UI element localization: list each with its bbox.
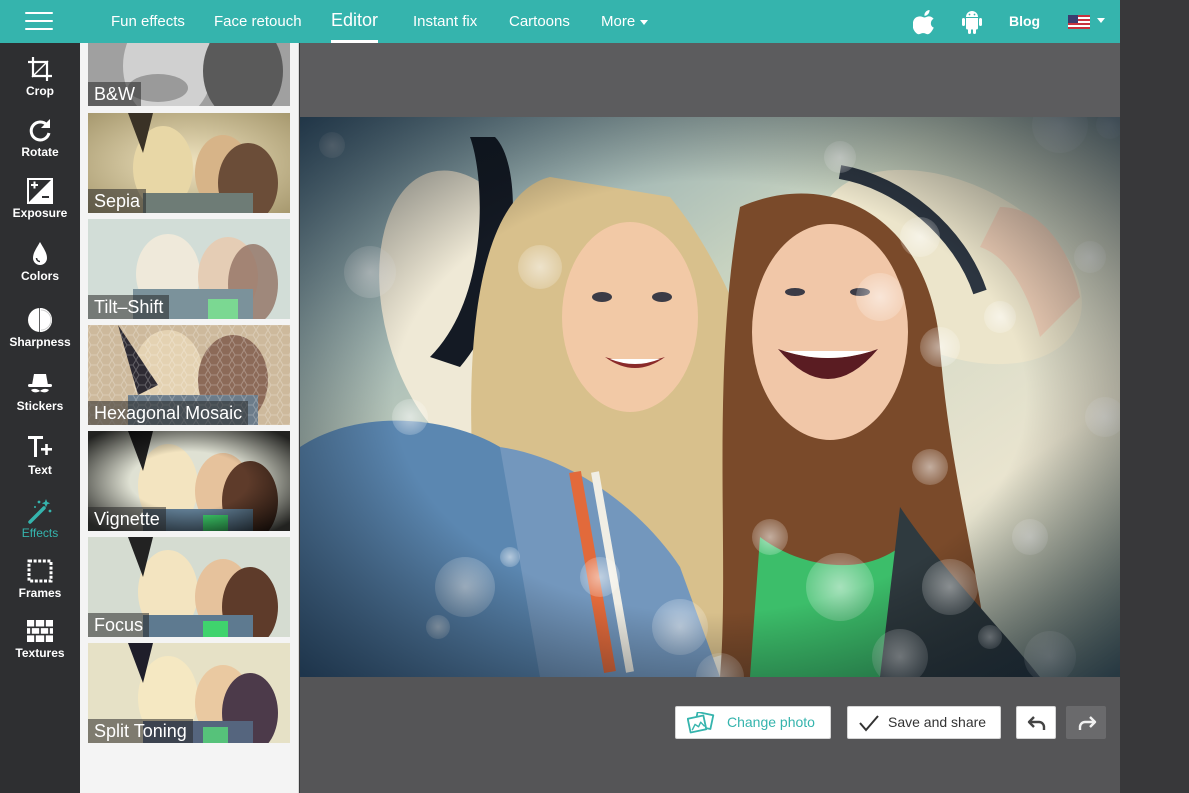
android-icon[interactable] bbox=[960, 9, 984, 35]
effects-icon bbox=[28, 499, 52, 524]
top-navigation-bar: Fun effects Face retouch Editor Instant … bbox=[0, 0, 1120, 43]
blog-link[interactable]: Blog bbox=[1009, 0, 1040, 43]
exposure-icon bbox=[27, 178, 53, 204]
effect-label: Split Toning bbox=[88, 719, 193, 743]
tool-exposure[interactable]: Exposure bbox=[0, 178, 80, 240]
effect-sepia[interactable]: Sepia bbox=[88, 113, 290, 213]
tool-text[interactable]: Text bbox=[0, 435, 80, 497]
tool-rotate[interactable]: Rotate bbox=[0, 117, 80, 179]
change-photo-button[interactable]: Change photo bbox=[675, 706, 831, 739]
nav-face-retouch[interactable]: Face retouch bbox=[214, 0, 302, 43]
colors-icon bbox=[33, 242, 47, 265]
sharpness-icon bbox=[28, 308, 52, 332]
frames-icon bbox=[27, 559, 53, 583]
effect-label: Sepia bbox=[88, 189, 147, 213]
editor-workspace bbox=[300, 43, 1120, 793]
change-photo-icon bbox=[687, 712, 715, 734]
text-icon bbox=[28, 436, 52, 457]
change-photo-label: Change photo bbox=[727, 714, 815, 730]
tool-label: Frames bbox=[18, 586, 62, 600]
nav-cartoons[interactable]: Cartoons bbox=[509, 0, 570, 43]
tool-label: Effects bbox=[21, 526, 59, 540]
tools-toolbar: Crop Rotate Exposure Colors Sharpness St… bbox=[0, 43, 80, 793]
save-and-share-label: Save and share bbox=[888, 714, 987, 730]
nav-more[interactable]: More bbox=[601, 0, 649, 43]
effect-tilt-shift[interactable]: Tilt–Shift bbox=[88, 219, 290, 319]
tool-label: Text bbox=[28, 463, 52, 477]
effect-label: Tilt–Shift bbox=[88, 295, 170, 319]
crop-icon bbox=[28, 57, 52, 81]
tool-crop[interactable]: Crop bbox=[0, 56, 80, 118]
textures-icon bbox=[27, 620, 53, 642]
effect-hexagonal-mosaic[interactable]: Hexagonal Mosaic bbox=[88, 325, 290, 425]
tool-label: Rotate bbox=[21, 145, 59, 159]
workspace-top-area bbox=[300, 43, 1120, 117]
rotate-icon bbox=[29, 119, 51, 142]
effect-focus[interactable]: Focus bbox=[88, 537, 290, 637]
chevron-down-icon bbox=[640, 19, 649, 25]
nav-editor[interactable]: Editor bbox=[331, 0, 379, 43]
tool-label: Colors bbox=[20, 269, 59, 283]
effect-label: Focus bbox=[88, 613, 150, 637]
language-chevron-icon[interactable] bbox=[1097, 18, 1105, 23]
effect-vignette[interactable]: Vignette bbox=[88, 431, 290, 531]
tool-stickers[interactable]: Stickers bbox=[0, 371, 80, 433]
redo-button[interactable] bbox=[1066, 706, 1106, 739]
tool-effects[interactable]: Effects bbox=[0, 498, 80, 560]
redo-icon bbox=[1078, 716, 1097, 730]
nav-instant-fix[interactable]: Instant fix bbox=[413, 0, 477, 43]
tool-textures[interactable]: Textures bbox=[0, 618, 80, 680]
right-margin bbox=[1120, 0, 1189, 793]
tool-label: Stickers bbox=[16, 399, 64, 413]
tool-label: Exposure bbox=[12, 206, 68, 220]
apple-icon[interactable] bbox=[913, 9, 937, 35]
save-and-share-button[interactable]: Save and share bbox=[847, 706, 1001, 739]
effect-label: Hexagonal Mosaic bbox=[88, 401, 249, 425]
undo-button[interactable] bbox=[1016, 706, 1056, 739]
effect-label: B&W bbox=[88, 82, 142, 106]
checkmark-icon bbox=[859, 715, 879, 732]
tool-colors[interactable]: Colors bbox=[0, 241, 80, 303]
effect-split-toning[interactable]: Split Toning bbox=[88, 643, 290, 743]
tool-label: Crop bbox=[26, 84, 54, 98]
undo-icon bbox=[1027, 716, 1046, 730]
effects-panel: B&W Sepia Tilt–Shift Hexagonal Mosaic Vi… bbox=[80, 43, 299, 793]
menu-icon[interactable] bbox=[25, 12, 53, 32]
tool-sharpness[interactable]: Sharpness bbox=[0, 307, 80, 369]
tool-frames[interactable]: Frames bbox=[0, 558, 80, 620]
stickers-icon bbox=[28, 374, 52, 393]
us-flag-icon[interactable] bbox=[1068, 15, 1090, 29]
tool-label: Sharpness bbox=[9, 335, 71, 349]
effect-label: Vignette bbox=[88, 507, 166, 531]
nav-fun-effects[interactable]: Fun effects bbox=[111, 0, 185, 43]
photo-canvas[interactable] bbox=[300, 117, 1120, 677]
tool-label: Textures bbox=[15, 646, 65, 660]
nav-more-label: More bbox=[601, 13, 636, 30]
effect-bw[interactable]: B&W bbox=[88, 43, 290, 106]
